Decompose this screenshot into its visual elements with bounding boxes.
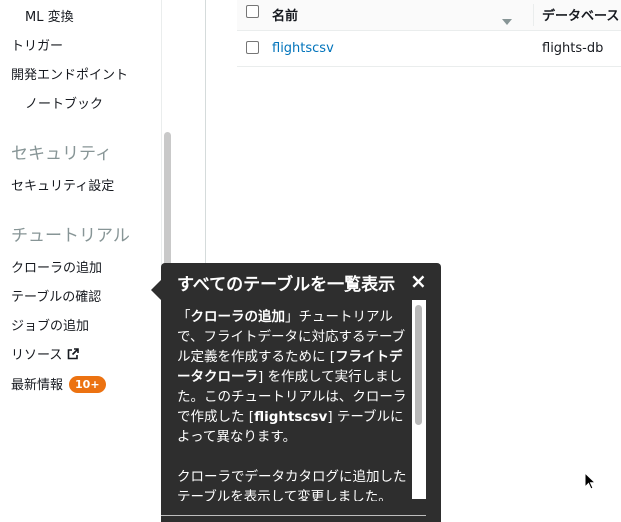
popover-body: 「クローラの追加」チュートリアルで、フライトデータに対応するテーブル定義を作成す… xyxy=(177,307,411,501)
popover-scrollbar-thumb[interactable] xyxy=(415,305,422,425)
popover-title: すべてのテーブルを一覧表示 xyxy=(177,275,396,295)
resources-label: リソース xyxy=(11,348,63,363)
popover-footer-divider xyxy=(161,515,426,516)
whats-new-badge: 10+ xyxy=(69,376,106,393)
sidebar-item-resources[interactable]: リソース xyxy=(11,347,80,367)
row-checkbox[interactable] xyxy=(246,41,259,54)
sidebar-item-triggers[interactable]: トリガー xyxy=(11,38,63,56)
bold-crawler-tutorial: クローラの追加 xyxy=(190,309,286,325)
popover-paragraph-2: クローラでデータカタログに追加したテーブルを表示して変更しました。 xyxy=(177,469,407,501)
column-header-name[interactable]: 名前 xyxy=(272,5,298,24)
column-header-database[interactable]: データベース xyxy=(542,5,619,24)
panel-divider xyxy=(205,0,206,270)
column-separator xyxy=(533,4,534,26)
table-name-link[interactable]: flightscsv xyxy=(272,41,334,56)
table-row[interactable]: flightscsv flights-db xyxy=(237,31,621,67)
external-link-icon xyxy=(66,347,80,367)
sidebar-item-explore-table[interactable]: テーブルの確認 xyxy=(11,289,101,307)
sidebar-item-security-config[interactable]: セキュリティ設定 xyxy=(11,178,114,196)
table-database-cell: flights-db xyxy=(542,41,604,56)
select-all-checkbox[interactable] xyxy=(246,5,259,18)
security-heading: セキュリティ xyxy=(11,144,112,164)
popover-paragraph-1: 「クローラの追加」チュートリアルで、フライトデータに対応するテーブル定義を作成す… xyxy=(177,307,411,447)
sidebar-item-add-job[interactable]: ジョブの追加 xyxy=(11,318,89,336)
tutorial-popover: すべてのテーブルを一覧表示 × 「クローラの追加」チュートリアルで、フライトデー… xyxy=(151,263,441,522)
popover-arrow xyxy=(151,280,161,300)
table-header: 名前 データベース xyxy=(237,0,621,31)
mouse-pointer-icon xyxy=(584,471,597,494)
sidebar-item-notebooks[interactable]: ノートブック xyxy=(25,96,103,114)
sidebar: ML 変換 トリガー 開発エンドポイント ノートブック セキュリティ セキュリテ… xyxy=(0,0,162,522)
sidebar-item-dev-endpoints[interactable]: 開発エンドポイント xyxy=(11,67,128,85)
sidebar-item-add-crawler[interactable]: クローラの追加 xyxy=(11,260,102,278)
sidebar-scrollbar-thumb[interactable] xyxy=(164,132,171,272)
whats-new-label: 最新情報 xyxy=(11,378,64,393)
text-fragment: 「 xyxy=(177,309,191,325)
sidebar-item-whats-new[interactable]: 最新情報 10+ xyxy=(11,376,106,395)
sort-caret-down-icon[interactable] xyxy=(502,10,512,29)
close-icon[interactable]: × xyxy=(410,270,427,292)
bold-flightscsv: flightscsv xyxy=(254,409,328,425)
sidebar-item-ml-transforms[interactable]: ML 変換 xyxy=(25,9,74,27)
tutorial-heading: チュートリアル xyxy=(11,226,130,246)
